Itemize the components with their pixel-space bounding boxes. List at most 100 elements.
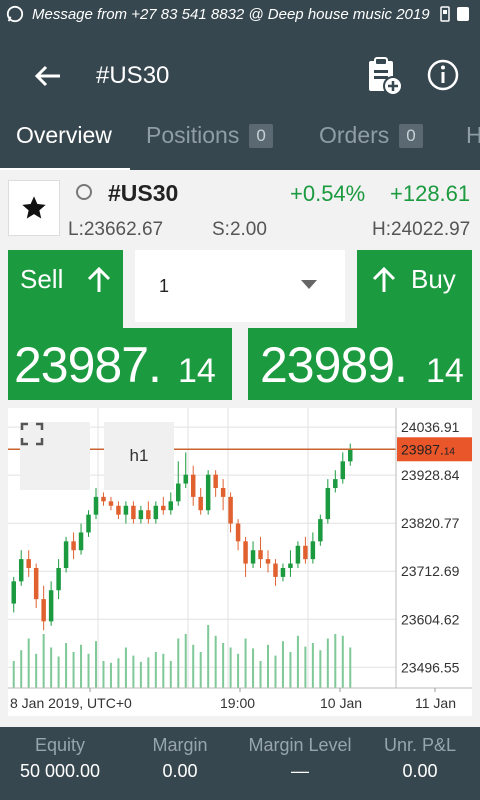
sell-price-decimals: 14 bbox=[178, 352, 216, 390]
candle-body bbox=[205, 474, 211, 511]
candle-body bbox=[340, 461, 346, 480]
tab-history[interactable]: H bbox=[466, 122, 480, 149]
notification-message: Message from +27 83 541 8832 @ Deep hous… bbox=[32, 5, 430, 23]
candle-body bbox=[265, 559, 271, 564]
x-tick-label: 11 Jan bbox=[415, 695, 456, 711]
buy-button[interactable]: Buy bbox=[357, 250, 472, 328]
sell-button[interactable]: Sell bbox=[8, 250, 123, 328]
volume-bar bbox=[252, 648, 255, 688]
y-tick-label: 23712.69 bbox=[401, 563, 460, 579]
tab-overview[interactable]: Overview bbox=[16, 122, 112, 149]
candle-body bbox=[48, 590, 54, 622]
candle-body bbox=[176, 483, 181, 502]
buy-price-decimals: 14 bbox=[426, 352, 464, 390]
y-tick-label: 23496.55 bbox=[401, 659, 460, 675]
margin-level-label: Margin Level bbox=[248, 735, 352, 755]
notification-icon bbox=[457, 7, 469, 21]
equity-label: Equity bbox=[34, 735, 86, 755]
fullscreen-button[interactable] bbox=[20, 422, 90, 490]
y-tick-label: 23820.77 bbox=[401, 515, 460, 531]
status-bar: Message from +27 83 541 8832 @ Deep hous… bbox=[0, 0, 480, 28]
price-chart[interactable]: 24036.91 23928.84 23820.77 23712.69 23604.62… bbox=[8, 408, 472, 716]
candle-body bbox=[131, 505, 136, 520]
y-tick-label: 24036.91 bbox=[401, 419, 460, 435]
whatsapp-icon bbox=[6, 5, 24, 23]
x-tick-label: 10 Jan bbox=[320, 695, 362, 711]
back-arrow-icon[interactable] bbox=[30, 58, 66, 94]
volume-bar bbox=[311, 643, 314, 688]
daily-low: L:23662.67 bbox=[68, 219, 164, 240]
volume-bar bbox=[87, 653, 90, 688]
candle-body bbox=[18, 559, 24, 582]
overview-content: #US30 +0.54% +128.61 L:23662.67 S:2.00 H… bbox=[0, 170, 480, 727]
volume-bar bbox=[177, 638, 180, 688]
account-summary-bar: Equity 50 000.00 Margin 0.00 Margin Leve… bbox=[0, 727, 480, 800]
candle-body bbox=[78, 532, 84, 551]
volume-bar bbox=[207, 625, 210, 688]
info-icon[interactable] bbox=[426, 58, 460, 92]
vibrate-icon bbox=[440, 6, 450, 22]
daily-high: H:24022.97 bbox=[372, 219, 471, 240]
volume-bar bbox=[267, 644, 269, 688]
volume-bar bbox=[229, 647, 232, 688]
tab-positions[interactable]: Positions 0 bbox=[146, 122, 273, 149]
candle-body bbox=[280, 568, 286, 577]
candle-body bbox=[153, 505, 159, 520]
tab-orders[interactable]: Orders 0 bbox=[319, 122, 423, 149]
tab-bar: Overview Positions 0 Orders 0 H bbox=[0, 112, 480, 171]
volume-bar bbox=[281, 641, 284, 688]
tab-label: Positions bbox=[146, 122, 240, 148]
current-price-decimals: 14 bbox=[444, 446, 456, 457]
candle-body bbox=[325, 488, 331, 520]
volume-bar bbox=[35, 653, 38, 688]
orders-count-badge: 0 bbox=[399, 123, 423, 148]
add-to-clipboard-icon[interactable] bbox=[366, 56, 404, 96]
buy-price[interactable]: 23989. 14 bbox=[248, 328, 472, 400]
unrealized-pnl-label: Unr. P&L bbox=[383, 735, 457, 755]
volume-bar bbox=[102, 661, 105, 688]
volume-bar bbox=[12, 661, 15, 688]
timeframe-button[interactable]: h1 bbox=[104, 422, 174, 490]
favorite-button[interactable] bbox=[8, 180, 60, 236]
candle-body bbox=[101, 496, 106, 502]
volume-bar bbox=[42, 634, 45, 688]
volume-bar bbox=[50, 647, 53, 688]
volume-bar bbox=[334, 634, 337, 688]
y-tick-label: 23604.62 bbox=[401, 611, 460, 627]
candle-body bbox=[303, 545, 308, 560]
positions-count-badge: 0 bbox=[249, 123, 273, 148]
quantity-dropdown[interactable]: 1 bbox=[135, 250, 345, 322]
candle-body bbox=[250, 550, 256, 564]
volume-bar bbox=[274, 655, 277, 688]
current-price-main: 23987. bbox=[401, 441, 444, 457]
volume-bar bbox=[192, 644, 195, 688]
volume-bar bbox=[341, 635, 344, 688]
sell-price[interactable]: 23987. 14 bbox=[8, 328, 232, 400]
volume-bar bbox=[132, 655, 135, 688]
sell-label: Sell bbox=[20, 264, 64, 294]
candle-body bbox=[11, 581, 16, 604]
volume-bar bbox=[154, 652, 157, 688]
candle-body bbox=[348, 449, 353, 462]
candle-body bbox=[273, 563, 278, 577]
candle-body bbox=[146, 510, 151, 520]
equity-summary: Equity 50 000.00 bbox=[10, 735, 110, 782]
candle-body bbox=[108, 501, 114, 506]
volume-bar bbox=[222, 643, 225, 688]
volume-bar bbox=[184, 634, 187, 688]
volume-bar bbox=[199, 652, 202, 688]
tab-label: Orders bbox=[319, 122, 390, 148]
equity-value: 50 000.00 bbox=[19, 761, 101, 781]
candle-body bbox=[288, 563, 293, 568]
volume-bar bbox=[139, 661, 142, 688]
sell-price-main: 23987. bbox=[14, 337, 162, 393]
buy-label: Buy bbox=[411, 264, 456, 294]
volume-bar bbox=[289, 652, 292, 688]
volume-bar bbox=[109, 662, 112, 688]
unrealized-pnl-summary: Unr. P&L 0.00 bbox=[375, 735, 465, 782]
change-percent: +0.54% bbox=[290, 181, 366, 206]
fullscreen-icon bbox=[20, 422, 44, 446]
candle-body bbox=[63, 541, 69, 568]
instrument-symbol: #US30 bbox=[108, 180, 179, 206]
volume-bar bbox=[296, 635, 299, 688]
